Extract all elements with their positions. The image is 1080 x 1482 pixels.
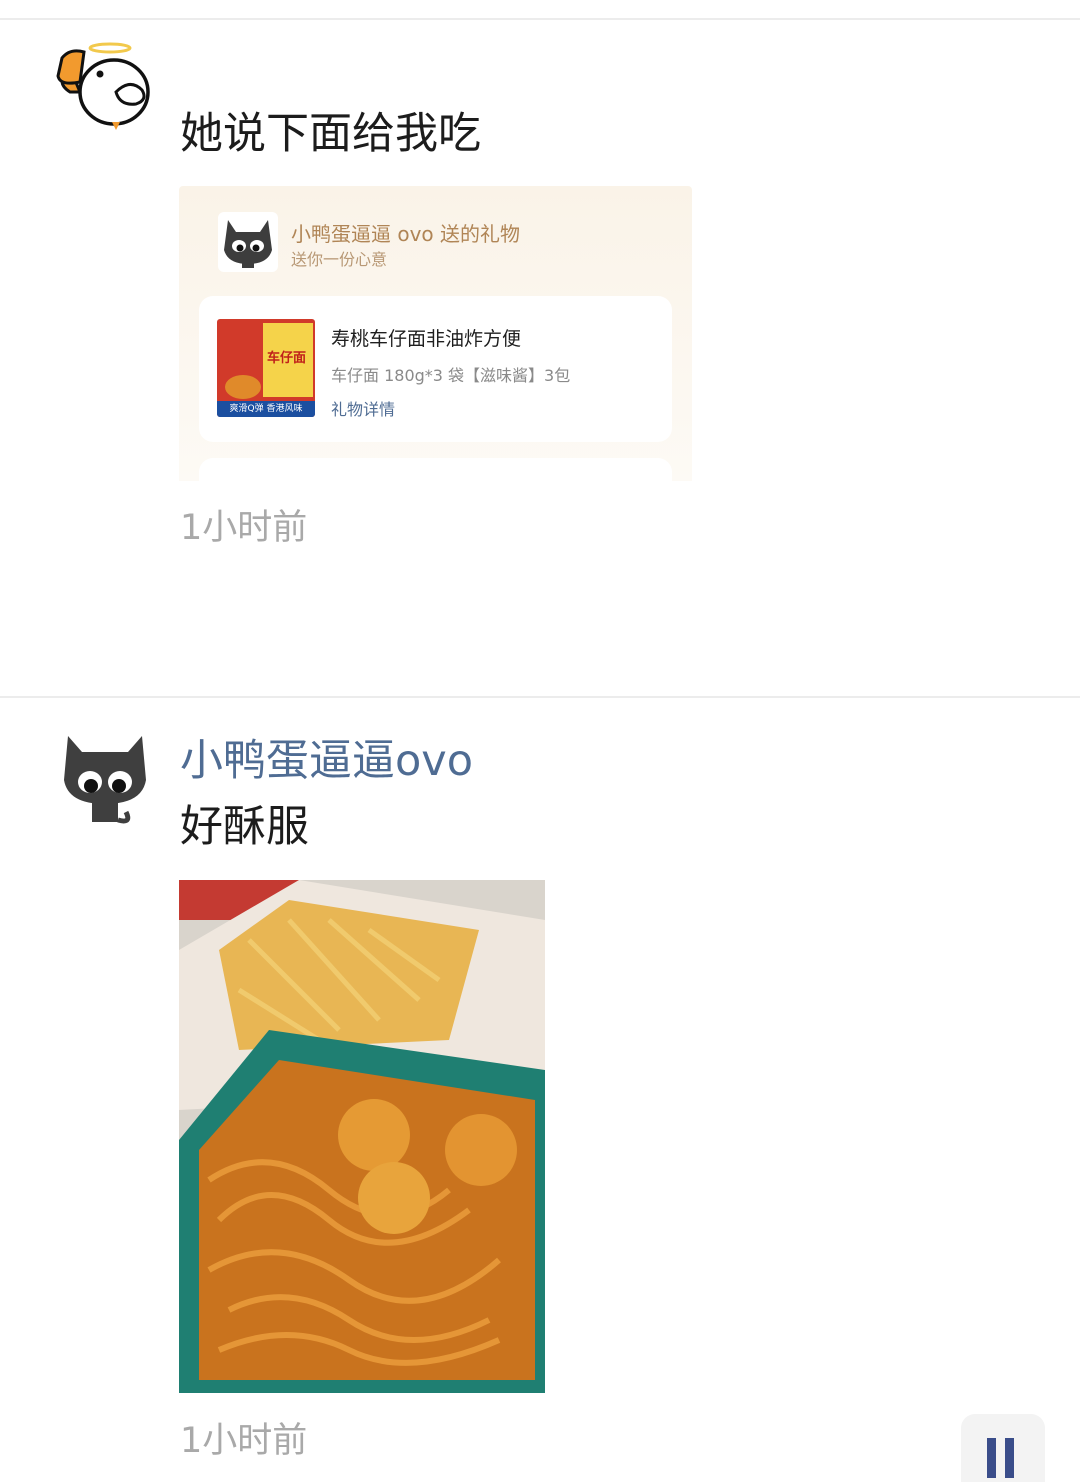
package-tagline: 爽滑Q弹 香港风味 — [217, 401, 315, 417]
post-time: 1小时前 — [180, 508, 308, 548]
username[interactable]: 小鸭蛋逼逼ovo — [180, 740, 473, 783]
product-spec: 车仔面 180g*3 袋【滋味酱】3包 — [331, 366, 571, 385]
post-photo[interactable] — [179, 880, 545, 1393]
pause-icon[interactable] — [961, 1414, 1045, 1482]
top-divider — [0, 18, 1080, 20]
post-divider — [0, 696, 1080, 698]
package-text: 车仔面 — [267, 351, 307, 366]
angel-duck-icon[interactable] — [52, 40, 152, 130]
post-text: 好酥服 — [180, 802, 309, 852]
product-thumbnail: 车仔面 爽滑Q弹 香港风味 — [217, 319, 315, 417]
gift-detail-link[interactable]: 礼物详情 — [331, 396, 395, 420]
gift-subtitle: 送你一份心意 — [291, 250, 388, 269]
gift-item[interactable]: 车仔面 爽滑Q弹 香港风味 寿桃车仔面非油炸方便 车仔面 180g*3 袋【滋味… — [199, 296, 672, 442]
post-time: 1小时前 — [180, 1421, 308, 1461]
post-text: 她说下面给我吃 — [180, 109, 481, 159]
black-cat-icon[interactable] — [62, 730, 148, 830]
product-title: 寿桃车仔面非油炸方便 — [331, 328, 522, 350]
black-cat-icon — [218, 212, 278, 272]
gift-card[interactable]: 小鸭蛋逼逼 ovo 送的礼物 送你一份心意 车仔面 爽滑Q弹 香港风味 寿桃车仔… — [179, 186, 692, 481]
gift-sender: 小鸭蛋逼逼 ovo 送的礼物 — [291, 222, 521, 246]
gift-item-partial[interactable] — [199, 458, 672, 481]
